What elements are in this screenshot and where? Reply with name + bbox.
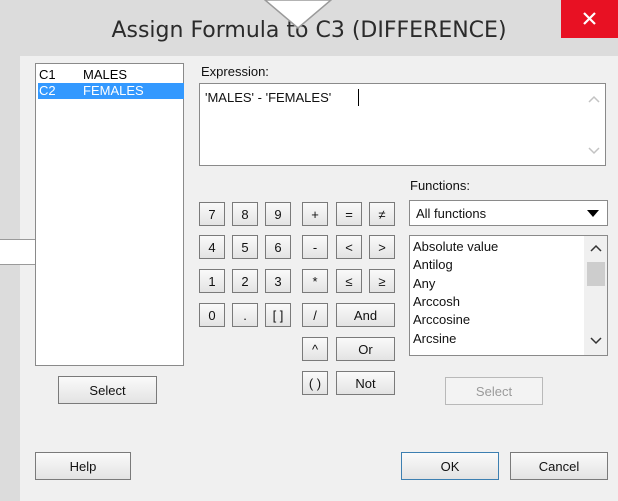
expression-label: Expression:	[201, 64, 269, 79]
key-5[interactable]: 5	[232, 235, 258, 259]
variable-row-c1[interactable]: C1 MALES	[38, 67, 184, 83]
key-greater-than[interactable]: >	[369, 235, 395, 259]
key-parentheses[interactable]: ( )	[302, 371, 328, 395]
key-greater-equal[interactable]: ≥	[369, 269, 395, 293]
key-6[interactable]: 6	[265, 235, 291, 259]
key-2[interactable]: 2	[232, 269, 258, 293]
key-8[interactable]: 8	[232, 202, 258, 226]
key-or[interactable]: Or	[336, 337, 395, 361]
key-7[interactable]: 7	[199, 202, 225, 226]
key-less-than[interactable]: <	[336, 235, 362, 259]
key-less-equal[interactable]: ≤	[336, 269, 362, 293]
overlay-box	[0, 239, 36, 265]
close-button[interactable]	[561, 0, 618, 38]
variables-select-button[interactable]: Select	[58, 376, 157, 404]
function-item[interactable]: Arccosine	[413, 311, 470, 328]
help-button[interactable]: Help	[35, 452, 131, 480]
text-cursor	[358, 89, 359, 106]
key-divide[interactable]: /	[302, 303, 328, 327]
key-0[interactable]: 0	[199, 303, 225, 327]
scroll-down-icon[interactable]	[590, 336, 602, 345]
close-icon	[583, 12, 596, 25]
function-item[interactable]: Any	[413, 275, 435, 292]
overlay-arrow-icon	[264, 0, 332, 29]
function-item[interactable]: Arcsine	[413, 330, 456, 347]
cancel-button[interactable]: Cancel	[510, 452, 608, 480]
key-3[interactable]: 3	[265, 269, 291, 293]
expression-field[interactable]: 'MALES' - 'FEMALES'	[199, 83, 606, 166]
key-and[interactable]: And	[336, 303, 395, 327]
key-multiply[interactable]: *	[302, 269, 328, 293]
functions-label: Functions:	[410, 178, 470, 193]
key-4[interactable]: 4	[199, 235, 225, 259]
variable-column: C2	[39, 83, 56, 98]
function-item[interactable]: Arccosh	[413, 293, 460, 310]
ok-button[interactable]: OK	[401, 452, 499, 480]
key-plus[interactable]: +	[302, 202, 328, 226]
variable-row-c2[interactable]: C2 FEMALES	[38, 83, 184, 99]
function-item[interactable]: Antilog	[413, 256, 453, 273]
key-minus[interactable]: -	[302, 235, 328, 259]
scroll-down-icon[interactable]	[588, 146, 600, 156]
key-equals[interactable]: =	[336, 202, 362, 226]
variable-name: MALES	[83, 67, 128, 82]
chevron-down-icon	[587, 210, 599, 217]
key-1[interactable]: 1	[199, 269, 225, 293]
variables-list[interactable]: C1 MALES C2 FEMALES	[35, 63, 184, 366]
window-frame-left	[0, 56, 20, 501]
variable-name: FEMALES	[83, 83, 144, 98]
expression-text: 'MALES' - 'FEMALES'	[205, 90, 332, 105]
key-9[interactable]: 9	[265, 202, 291, 226]
function-item[interactable]: Absolute value	[413, 238, 498, 255]
variable-column: C1	[39, 67, 56, 82]
functions-scrollbar[interactable]	[584, 236, 607, 355]
key-not-equal[interactable]: ≠	[369, 202, 395, 226]
functions-select-button[interactable]: Select	[445, 377, 543, 405]
scrollbar-thumb[interactable]	[587, 262, 605, 286]
key-not[interactable]: Not	[336, 371, 395, 395]
scroll-up-icon[interactable]	[590, 244, 602, 253]
functions-filter-select[interactable]: All functions	[409, 200, 608, 226]
functions-list[interactable]: Absolute value Antilog Any Arccosh Arcco…	[409, 235, 608, 356]
key-brackets[interactable]: [ ]	[265, 303, 291, 327]
key-decimal[interactable]: .	[232, 303, 258, 327]
key-power[interactable]: ^	[302, 337, 328, 361]
scroll-up-icon[interactable]	[588, 94, 600, 104]
functions-filter-value: All functions	[416, 206, 487, 221]
